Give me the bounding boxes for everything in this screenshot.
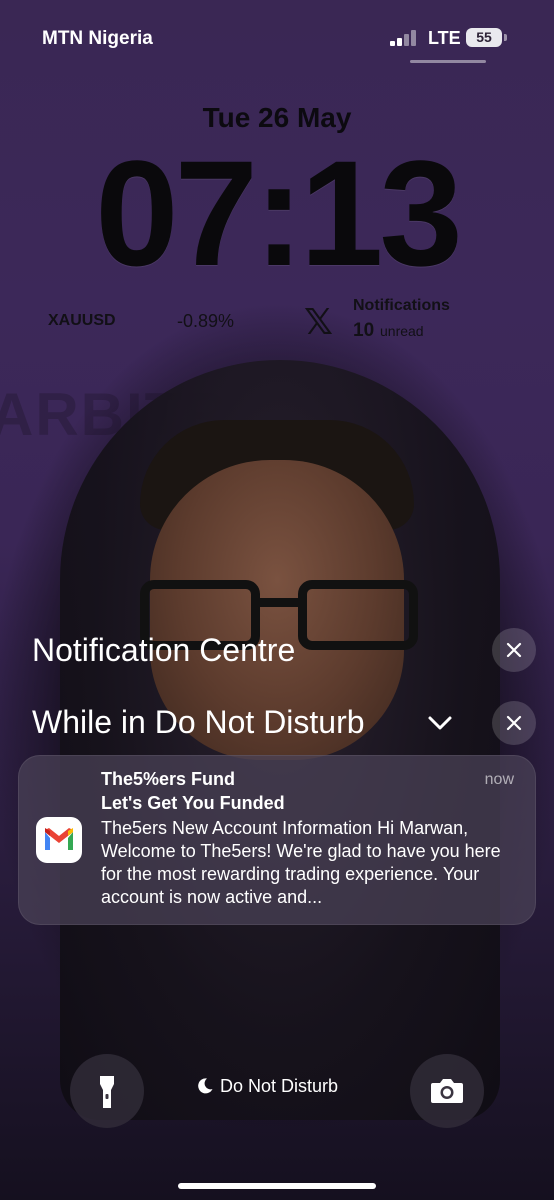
- stock-widget-symbol[interactable]: XAUUSD: [48, 312, 116, 330]
- dnd-group-title[interactable]: While in Do Not Disturb: [32, 704, 365, 741]
- chevron-down-icon[interactable]: [426, 712, 454, 734]
- x-widget-unread: unread: [380, 323, 424, 339]
- battery-tip: [504, 34, 507, 41]
- wallpaper-glasses-bridge: [258, 598, 302, 607]
- x-widget-count: 10: [353, 320, 375, 341]
- notification-subject: Let's Get You Funded: [101, 793, 285, 813]
- notification-time: now: [484, 771, 514, 788]
- network-label: LTE: [428, 28, 461, 48]
- clear-all-button[interactable]: [492, 628, 536, 672]
- clear-group-button[interactable]: [492, 701, 536, 745]
- focus-mode-indicator[interactable]: Do Not Disturb: [196, 1076, 338, 1097]
- notification-centre-title: Notification Centre: [32, 632, 296, 668]
- carrier-label: MTN Nigeria: [42, 28, 153, 49]
- flashlight-button[interactable]: [70, 1054, 144, 1128]
- stock-widget-change: -0.89%: [177, 311, 235, 331]
- camera-icon: [431, 1079, 463, 1103]
- flashlight-icon: [100, 1076, 114, 1108]
- close-icon: [506, 715, 522, 731]
- status-bar: MTN Nigeria LTE 55: [0, 0, 554, 80]
- camera-button[interactable]: [410, 1054, 484, 1128]
- notification-sender: The5%ers Fund: [101, 769, 236, 789]
- x-logo-icon[interactable]: 𝕏: [304, 302, 333, 343]
- x-widget-title: Notifications: [353, 297, 450, 314]
- signal-icon: [390, 30, 420, 46]
- control-center-grabber[interactable]: [410, 60, 486, 63]
- wallpaper-glasses-right: [298, 580, 418, 650]
- lock-time: 07:13: [95, 129, 463, 297]
- home-indicator[interactable]: [178, 1183, 376, 1189]
- close-icon: [506, 642, 522, 658]
- notification-card[interactable]: The5%ers Fund Let's Get You Funded The5e…: [18, 755, 536, 925]
- battery-icon: 55: [466, 28, 502, 47]
- notification-body: The5ers New Account Information Hi Marwa…: [101, 818, 501, 907]
- focus-mode-label: Do Not Disturb: [220, 1076, 339, 1096]
- lock-screen: ARBITR MTN Nigeria LTE 55 Tue 26 May 07:…: [0, 0, 554, 1200]
- moon-icon: [198, 1078, 213, 1094]
- gmail-icon: [36, 817, 82, 863]
